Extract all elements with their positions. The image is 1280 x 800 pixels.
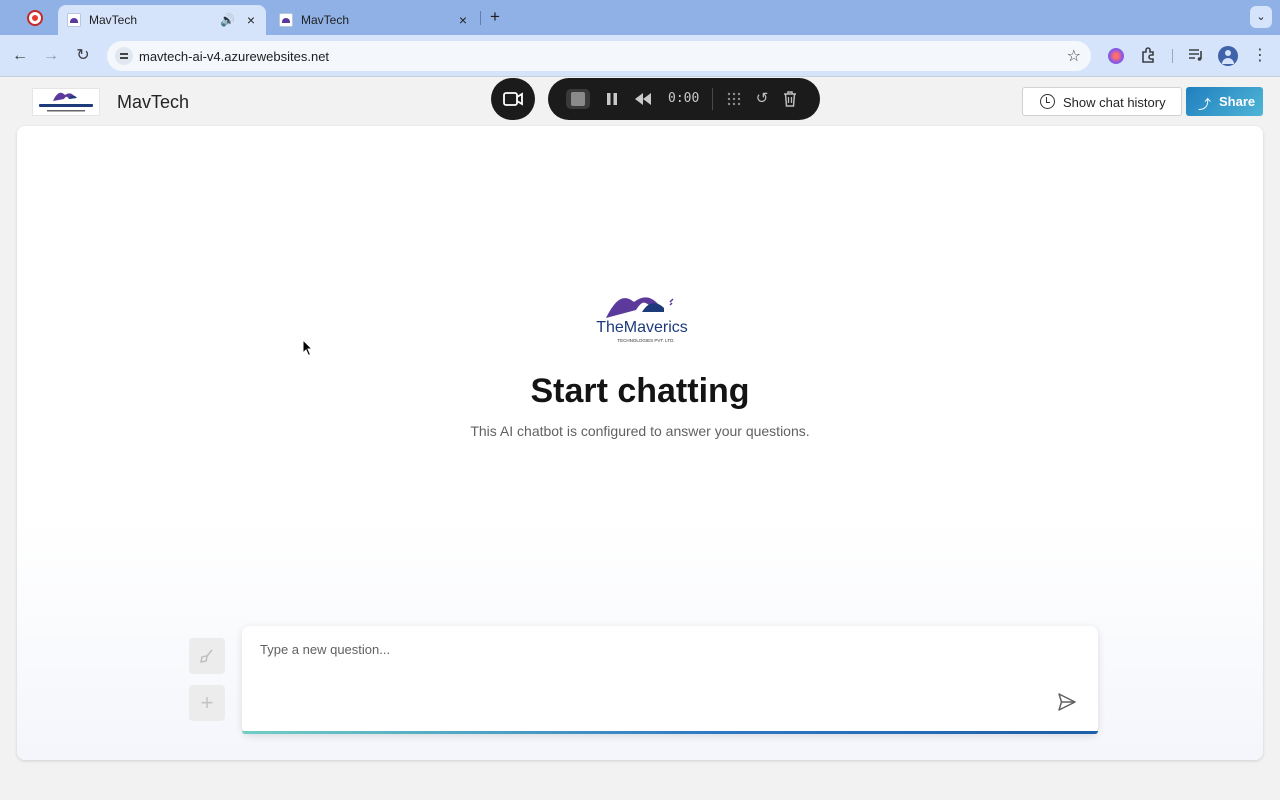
pause-icon[interactable] bbox=[604, 89, 620, 109]
new-chat-button[interactable]: + bbox=[189, 685, 225, 721]
clear-chat-button[interactable] bbox=[189, 638, 225, 674]
empty-state-subtitle: This AI chatbot is configured to answer … bbox=[470, 423, 810, 439]
recorder-divider bbox=[712, 88, 713, 110]
show-chat-history-button[interactable]: Show chat history bbox=[1022, 87, 1182, 116]
browser-toolbar: ← → ↻ mavtech-ai-v4.azurewebsites.net ☆ … bbox=[0, 35, 1280, 77]
question-input[interactable] bbox=[242, 626, 1098, 734]
history-icon bbox=[1040, 94, 1055, 109]
extensions-puzzle-icon[interactable] bbox=[1139, 46, 1159, 66]
toolbar-divider bbox=[1172, 49, 1173, 63]
recording-indicator-icon bbox=[27, 10, 43, 26]
browser-tab-strip: MavTech 🔊 × MavTech × + ⌄ bbox=[0, 0, 1280, 35]
bookmark-star-icon[interactable]: ☆ bbox=[1067, 46, 1081, 66]
site-settings-icon[interactable] bbox=[115, 47, 133, 65]
tab-divider bbox=[480, 11, 481, 25]
broom-icon bbox=[200, 649, 213, 663]
screen-recorder-bar: 0:00 ↺ bbox=[548, 78, 820, 120]
media-queue-icon[interactable] bbox=[1186, 46, 1206, 66]
tab-close-icon[interactable]: × bbox=[454, 12, 472, 28]
send-button[interactable] bbox=[1056, 691, 1078, 713]
company-logo bbox=[32, 88, 100, 116]
app-title: MavTech bbox=[117, 92, 190, 112]
mouse-cursor-icon bbox=[302, 339, 314, 357]
delete-trash-icon[interactable] bbox=[782, 89, 798, 109]
profile-avatar-icon[interactable] bbox=[1218, 46, 1238, 66]
browser-menu-icon[interactable]: ⋮ bbox=[1252, 46, 1268, 66]
new-tab-icon[interactable]: + bbox=[486, 8, 504, 26]
share-icon: ⤴ bbox=[1198, 97, 1212, 112]
app-header: MavTech 0:00 ↺ Show chat history ⤴ Share bbox=[0, 78, 1280, 126]
empty-state-title: Start chatting bbox=[530, 372, 750, 410]
send-icon bbox=[1058, 693, 1076, 711]
input-focus-underline bbox=[242, 731, 1098, 734]
tab-search-icon[interactable]: ⌄ bbox=[1250, 6, 1272, 28]
share-button[interactable]: ⤴ Share bbox=[1186, 87, 1263, 116]
rewind-icon[interactable] bbox=[634, 89, 652, 109]
browser-tab-active[interactable]: MavTech 🔊 × bbox=[58, 5, 266, 35]
back-icon[interactable]: ← bbox=[9, 45, 31, 67]
stop-recording-button[interactable] bbox=[566, 89, 590, 109]
reload-icon[interactable]: ↻ bbox=[72, 45, 94, 67]
share-label: Share bbox=[1219, 94, 1256, 109]
browser-tab-inactive[interactable]: MavTech × bbox=[270, 5, 478, 35]
forward-icon[interactable]: → bbox=[40, 45, 62, 67]
tab-favicon-icon bbox=[279, 13, 293, 27]
show-chat-history-label: Show chat history bbox=[1063, 95, 1166, 110]
extension-flower-icon[interactable] bbox=[1108, 46, 1124, 66]
center-logo-subtext: TECHNOLOGIES PVT. LTD. bbox=[617, 338, 674, 343]
center-logo: TheMaverics TECHNOLOGIES PVT. LTD. bbox=[584, 292, 700, 348]
question-input-box[interactable] bbox=[242, 626, 1098, 734]
address-bar[interactable]: mavtech-ai-v4.azurewebsites.net ☆ bbox=[107, 41, 1091, 71]
plus-icon: + bbox=[200, 690, 214, 715]
tab-favicon-icon bbox=[67, 13, 81, 27]
tab-close-icon[interactable]: × bbox=[242, 12, 260, 28]
camera-toggle-button[interactable] bbox=[491, 78, 535, 120]
grid-dots-icon[interactable] bbox=[726, 89, 742, 109]
tab-title: MavTech bbox=[89, 13, 138, 27]
restart-icon[interactable]: ↺ bbox=[754, 89, 770, 109]
chat-container: TheMaverics TECHNOLOGIES PVT. LTD. Start… bbox=[17, 126, 1263, 760]
tab-title: MavTech bbox=[301, 13, 350, 27]
recording-timer: 0:00 bbox=[668, 91, 700, 106]
center-logo-text: TheMaverics bbox=[596, 319, 688, 336]
address-url[interactable]: mavtech-ai-v4.azurewebsites.net bbox=[139, 49, 329, 64]
tab-audio-icon[interactable]: 🔊 bbox=[220, 13, 235, 27]
